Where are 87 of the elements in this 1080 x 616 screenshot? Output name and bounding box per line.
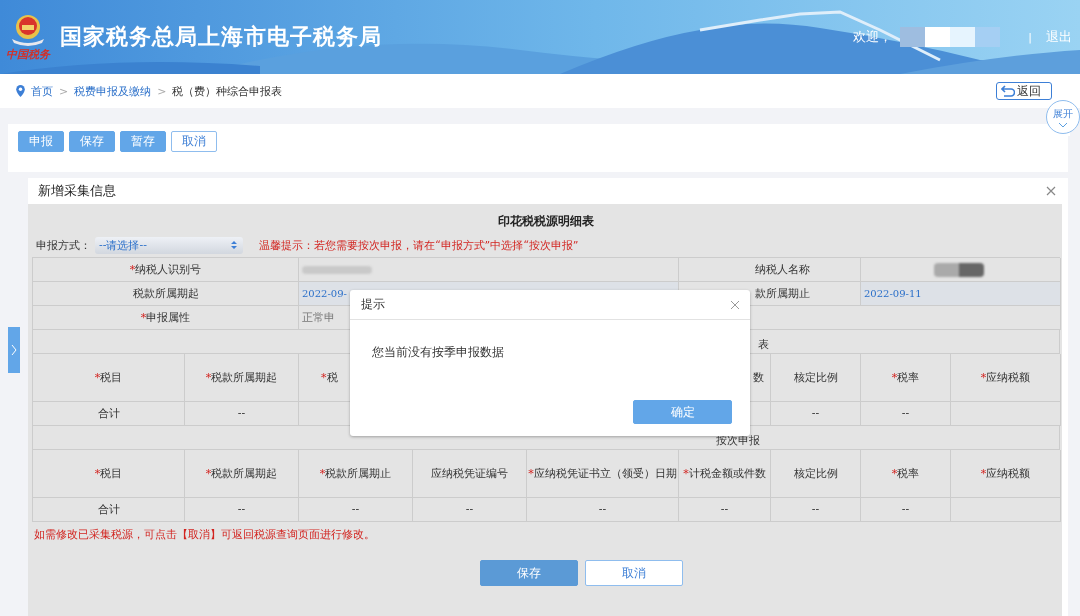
toolbar-button[interactable]: 保存 [69, 131, 115, 152]
required-mark: * [94, 371, 101, 384]
table-cell: 合计 [97, 502, 120, 517]
return-icon [1001, 85, 1015, 97]
table-cell: -- [351, 503, 360, 516]
required-mark: * [319, 467, 326, 480]
dialog-title: 提示 [361, 296, 385, 313]
table-cell: -- [237, 503, 246, 516]
field-label: 税款所属期起 [132, 286, 199, 301]
section-title: 表 [758, 337, 769, 352]
logo-text: 中国税务 [6, 49, 50, 61]
table-cell: -- [598, 503, 607, 516]
form-button[interactable]: 取消 [584, 560, 683, 586]
hint-text: 温馨提示：若您需要按次申报，请在“申报方式”中选择“按次申报” [259, 237, 579, 253]
breadcrumb-link[interactable]: 首页 [31, 83, 53, 99]
breadcrumb-separator: > [59, 84, 69, 98]
side-expand-tab[interactable] [8, 327, 20, 373]
table-cell: 合计 [97, 406, 120, 421]
dialog-message: 您当前没有按季申报数据 [371, 344, 505, 361]
field-label: 纳税人识别号 [135, 262, 202, 277]
column-header: 税款所属期止 [325, 466, 392, 481]
required-mark: * [205, 467, 212, 480]
field-value: 正常申 [302, 310, 335, 325]
location-pin-icon [16, 85, 25, 97]
method-select[interactable]: --请选择-- [95, 236, 243, 254]
table-cell: -- [901, 503, 910, 516]
column-header: 应纳税凭证书立（领受）日期 [533, 466, 677, 481]
required-mark: * [140, 311, 147, 324]
field-label: 款所属期止 [755, 286, 810, 301]
table-cell: -- [465, 503, 474, 516]
required-mark: * [321, 371, 327, 384]
table-cell: -- [901, 407, 910, 420]
field-label: 申报属性 [146, 310, 191, 325]
column-header: 计税金额或件数 [688, 466, 766, 481]
required-mark: * [205, 371, 212, 384]
table-cell: -- [720, 503, 729, 516]
close-icon[interactable] [730, 299, 740, 310]
required-mark: * [980, 371, 987, 384]
required-mark: * [129, 263, 136, 276]
column-header: 税款所属期起 [211, 466, 278, 481]
required-mark: * [528, 467, 534, 480]
date-value[interactable]: 2022-09-11 [864, 288, 922, 299]
required-mark: * [683, 467, 689, 480]
required-mark: * [94, 467, 101, 480]
section-title: 按次申报 [716, 433, 760, 448]
form-button[interactable]: 保存 [479, 560, 578, 586]
required-mark: * [980, 467, 987, 480]
toolbar-button[interactable]: 申报 [18, 131, 64, 152]
chevron-down-icon [1058, 121, 1068, 128]
confirm-button[interactable]: 确定 [633, 400, 732, 424]
column-header: 税 [326, 370, 338, 385]
column-header: 税率 [897, 466, 920, 481]
breadcrumb-link[interactable]: 税费申报及缴纳 [74, 83, 152, 99]
column-header: 税目 [100, 370, 123, 385]
close-icon[interactable] [1046, 186, 1056, 196]
site-title: 国家税务总局上海市电子税务局 [60, 23, 382, 51]
required-mark: * [891, 467, 898, 480]
table-cell: -- [811, 503, 820, 516]
separator: | [1028, 30, 1032, 44]
column-header: 应纳税凭证编号 [431, 466, 508, 481]
back-button[interactable]: 返回 [996, 82, 1052, 100]
required-mark: * [891, 371, 898, 384]
column-header: 税款所属期起 [211, 370, 278, 385]
column-header: 核定比例 [793, 466, 838, 481]
table-cell: -- [811, 407, 820, 420]
panel-title: 新增采集信息 [38, 182, 116, 200]
breadcrumb-separator: > [157, 84, 167, 98]
redacted-value [934, 262, 984, 277]
column-header: 税目 [100, 466, 123, 481]
redacted-value [302, 265, 372, 274]
method-label: 申报方式： [36, 237, 91, 253]
toolbar-button[interactable]: 暂存 [120, 131, 166, 152]
note-text: 如需修改已采集税源，可点击【取消】可返回税源查询页面进行修改。 [33, 527, 376, 543]
date-value[interactable]: 2022-09- [302, 288, 347, 299]
form-title: 印花税税源明细表 [497, 213, 595, 230]
column-header: 税率 [897, 370, 920, 385]
chevron-right-icon [11, 344, 17, 356]
breadcrumb-current: 税（费）种综合申报表 [172, 83, 283, 99]
toolbar-button[interactable]: 取消 [171, 131, 217, 152]
column-header: 核定比例 [793, 370, 838, 385]
table-cell: -- [237, 407, 246, 420]
column-header: 数 [753, 370, 764, 385]
sort-arrows-icon [231, 240, 237, 250]
column-header: 应纳税额 [986, 370, 1031, 385]
greeting: 欢迎， [853, 28, 893, 46]
field-label: 纳税人名称 [755, 262, 810, 277]
column-header: 应纳税额 [986, 466, 1031, 481]
